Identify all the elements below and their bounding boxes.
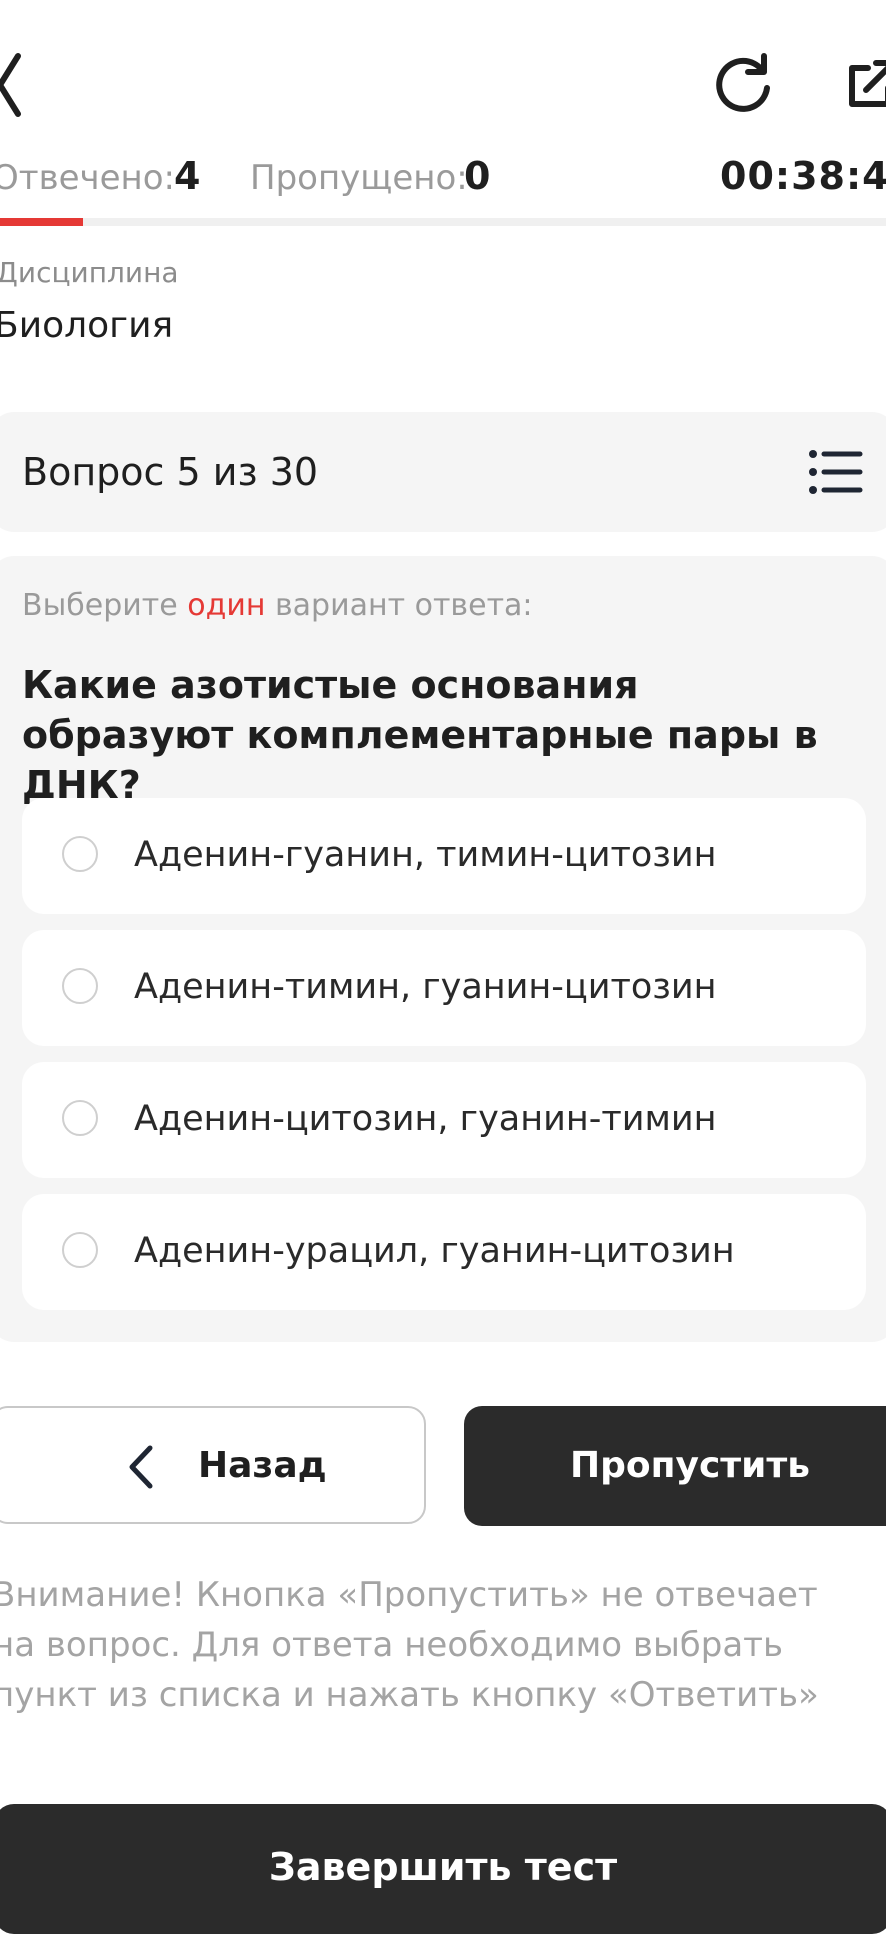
radio-button[interactable]: [62, 1100, 98, 1136]
instruction-text-end: вариант ответа:: [265, 588, 533, 623]
discipline-value: Биология: [0, 305, 174, 346]
discipline-label: Дисциплина: [0, 256, 179, 289]
refresh-icon[interactable]: [712, 52, 774, 114]
radio-button[interactable]: [62, 1232, 98, 1268]
radio-button[interactable]: [62, 968, 98, 1004]
finish-test-button-label: Завершить тест: [268, 1845, 618, 1889]
skip-button[interactable]: Пропустить: [464, 1406, 886, 1526]
instruction-text: Выберите: [22, 588, 188, 623]
answer-option-label: Аденин-тимин, гуанин-цитозин: [134, 967, 717, 1007]
question-number: Вопрос 5 из 30: [22, 450, 319, 494]
answer-option-label: Аденин-цитозин, гуанин-тимин: [134, 1099, 717, 1139]
list-icon[interactable]: [808, 448, 864, 496]
chevron-left-icon[interactable]: [0, 50, 24, 120]
answer-option-1[interactable]: Аденин-гуанин, тимин-цитозин: [22, 798, 866, 914]
skipped-count: 0: [464, 154, 491, 198]
answer-option-3[interactable]: Аденин-цитозин, гуанин-тимин: [22, 1062, 866, 1178]
answer-option-2[interactable]: Аденин-тимин, гуанин-цитозин: [22, 930, 866, 1046]
answer-option-4[interactable]: Аденин-урацил, гуанин-цитозин: [22, 1194, 866, 1310]
chevron-left-icon: [129, 1445, 153, 1489]
progress-fill: [0, 218, 83, 226]
progress-track: [0, 218, 886, 226]
answer-option-label: Аденин-гуанин, тимин-цитозин: [134, 835, 717, 875]
skip-notice: Внимание! Кнопка «Пропустить» не отвечае…: [0, 1575, 819, 1715]
back-button[interactable]: Назад: [0, 1406, 426, 1524]
answered-count: 4: [174, 154, 201, 198]
back-button-label: Назад: [198, 1445, 327, 1486]
external-link-icon[interactable]: [846, 58, 886, 110]
instruction-accent: один: [187, 588, 266, 623]
skip-button-label: Пропустить: [570, 1445, 811, 1486]
instruction: Выберите один вариант ответа:: [22, 586, 533, 626]
skipped-label: Пропущено:: [250, 158, 468, 198]
timer: 00:38:40: [720, 154, 886, 198]
radio-button[interactable]: [62, 836, 98, 872]
answered-label: Отвечено:: [0, 158, 176, 198]
question-text: Какие азотистые основания образуют компл…: [22, 663, 818, 807]
finish-test-button[interactable]: Завершить тест: [0, 1804, 886, 1934]
answer-option-label: Аденин-урацил, гуанин-цитозин: [134, 1231, 735, 1271]
